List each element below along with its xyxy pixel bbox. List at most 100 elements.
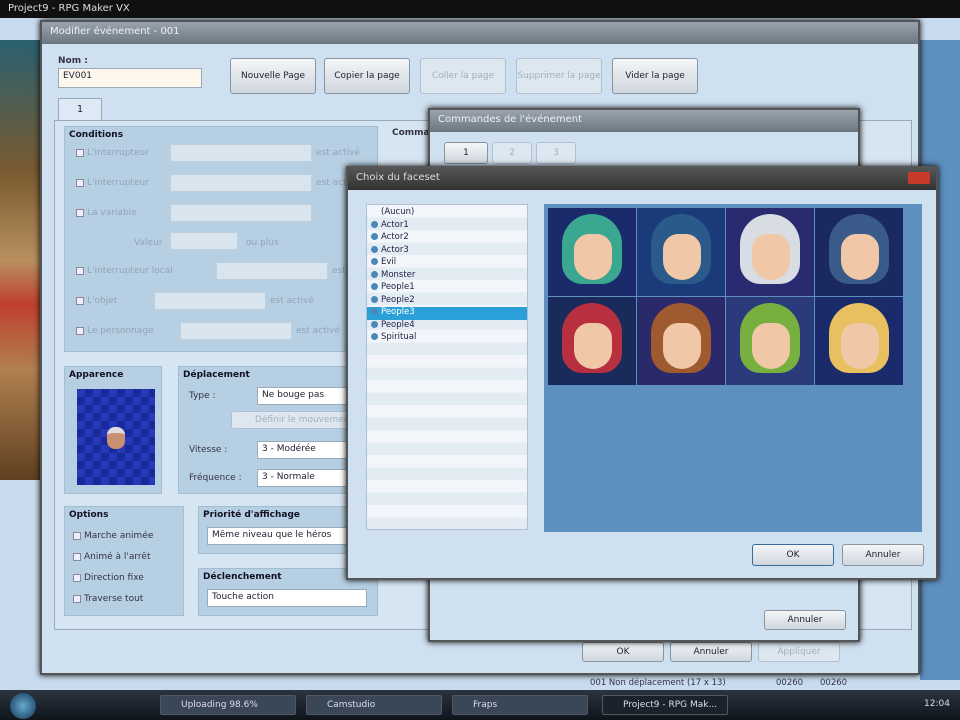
close-icon[interactable] [908, 172, 930, 184]
faceset-list-item[interactable]: Actor3 [367, 245, 527, 258]
condition-label: L'objet [87, 296, 118, 306]
faceset-list-item[interactable]: Spiritual [367, 332, 527, 345]
taskbar-item-upload[interactable]: Uploading 98.6% [160, 695, 296, 715]
copy-page-button[interactable]: Copier la page [324, 58, 410, 94]
trigger-select[interactable]: Touche action [207, 589, 367, 607]
commands-cancel-button[interactable]: Annuler [764, 610, 846, 630]
faceset-list-item[interactable]: Monster [367, 270, 527, 283]
condition-checkbox[interactable]: L'objet [76, 296, 117, 306]
face-portrait[interactable] [637, 297, 725, 385]
face-preview[interactable] [544, 204, 922, 532]
checkbox-icon[interactable] [73, 552, 81, 561]
condition-checkbox[interactable]: L'interrupteur local [76, 266, 173, 276]
speed-label: Vitesse : [189, 445, 228, 455]
taskbar-item-camstudio[interactable]: Camstudio [306, 695, 442, 715]
checkbox-icon[interactable] [76, 148, 84, 157]
commands-tab-1[interactable]: 1 [444, 142, 488, 164]
commands-tab-3[interactable]: 3 [536, 142, 576, 164]
name-label: Nom : [58, 56, 88, 66]
delete-page-button[interactable]: Supprimer la page [516, 58, 602, 94]
face-skin [752, 323, 790, 369]
taskbar-item-fraps[interactable]: Fraps [452, 695, 588, 715]
checkbox-icon[interactable] [73, 573, 81, 582]
file-icon [371, 270, 378, 278]
face-skin [841, 234, 879, 280]
faceset-list-item[interactable]: Actor2 [367, 232, 527, 245]
condition-checkbox[interactable]: La variable [76, 208, 137, 218]
condition-select[interactable] [216, 262, 328, 280]
face-portrait[interactable] [548, 297, 636, 385]
event-ok-button[interactable]: OK [582, 642, 664, 662]
taskbar-item-rpgmaker[interactable]: Project9 - RPG Mak... [602, 695, 728, 715]
faceset-dialog-title: Choix du faceset [348, 168, 936, 190]
condition-select[interactable] [170, 174, 312, 192]
tileset-palette[interactable] [0, 40, 40, 480]
condition-select[interactable] [170, 204, 312, 222]
face-skin [574, 323, 612, 369]
face-portrait[interactable] [726, 208, 814, 296]
checkbox-icon[interactable] [73, 594, 81, 603]
faceset-list-item[interactable]: (Aucun) [367, 207, 527, 220]
faceset-dialog: Choix du faceset (Aucun) Actor1 Actor2 Acto… [346, 166, 938, 580]
condition-select[interactable] [180, 322, 292, 340]
commands-tab-2[interactable]: 2 [492, 142, 532, 164]
face-skin [574, 234, 612, 280]
checkbox-icon[interactable] [73, 531, 81, 540]
option-checkbox[interactable]: Marche animée [73, 531, 153, 541]
face-portrait[interactable] [726, 297, 814, 385]
face-portrait[interactable] [548, 208, 636, 296]
faceset-name: People3 [381, 307, 415, 317]
file-icon [371, 245, 378, 253]
face-portrait[interactable] [637, 208, 725, 296]
condition-checkbox[interactable]: L'interrupteur [76, 148, 149, 158]
faceset-list-item[interactable]: People3 [367, 307, 527, 320]
tab-page-1[interactable]: 1 [58, 98, 102, 120]
or-more-label: ou plus [246, 238, 279, 248]
face-portrait[interactable] [815, 208, 903, 296]
character-graphic[interactable] [77, 389, 155, 485]
start-button-icon[interactable] [10, 693, 36, 719]
faceset-list[interactable]: (Aucun) Actor1 Actor2 Actor3 Evil Monster Peop… [366, 204, 528, 530]
taskbar: Uploading 98.6% Camstudio Fraps Project9… [0, 690, 960, 720]
checkbox-icon[interactable] [76, 296, 84, 305]
condition-label: L'interrupteur local [87, 266, 173, 276]
new-page-button[interactable]: Nouvelle Page [230, 58, 316, 94]
event-dialog-title: Modifier événement - 001 [42, 22, 918, 44]
faceset-name: Actor2 [381, 232, 409, 242]
event-apply-button[interactable]: Appliquer [758, 642, 840, 662]
faceset-list-item[interactable]: People4 [367, 320, 527, 333]
clear-page-button[interactable]: Vider la page [612, 58, 698, 94]
condition-is-on-label: est activé [316, 148, 360, 158]
condition-select[interactable] [154, 292, 266, 310]
paste-page-button[interactable]: Coller la page [420, 58, 506, 94]
condition-label: L'interrupteur [87, 178, 149, 188]
option-label: Marche animée [84, 531, 154, 541]
option-label: Traverse tout [84, 594, 144, 604]
event-cancel-button[interactable]: Annuler [670, 642, 752, 662]
faceset-list-item[interactable]: People1 [367, 282, 527, 295]
frequency-label: Fréquence : [189, 473, 242, 483]
checkbox-icon[interactable] [76, 326, 84, 335]
condition-checkbox[interactable]: L'interrupteur [76, 178, 149, 188]
app-titlebar: Project9 - RPG Maker VX [0, 0, 960, 18]
faceset-list-item[interactable]: People2 [367, 295, 527, 308]
variable-value-spinner[interactable] [170, 232, 238, 250]
type-label: Type : [189, 391, 216, 401]
faceset-list-item[interactable]: Evil [367, 257, 527, 270]
option-checkbox[interactable]: Animé à l'arrêt [73, 552, 151, 562]
checkbox-icon[interactable] [76, 178, 84, 187]
option-checkbox[interactable]: Direction fixe [73, 573, 144, 583]
checkbox-icon[interactable] [76, 266, 84, 275]
faceset-list-item[interactable]: Actor1 [367, 220, 527, 233]
face-portrait[interactable] [815, 297, 903, 385]
faceset-ok-button[interactable]: OK [752, 544, 834, 566]
condition-checkbox[interactable]: Le personnage [76, 326, 154, 336]
condition-select[interactable] [170, 144, 312, 162]
faceset-cancel-button[interactable]: Annuler [842, 544, 924, 566]
condition-is-on-label: est activé [296, 326, 340, 336]
checkbox-icon[interactable] [76, 208, 84, 217]
option-checkbox[interactable]: Traverse tout [73, 594, 143, 604]
taskbar-clock: 12:04 [924, 699, 950, 709]
name-input[interactable]: EV001 [58, 68, 202, 88]
condition-label: L'interrupteur [87, 148, 149, 158]
